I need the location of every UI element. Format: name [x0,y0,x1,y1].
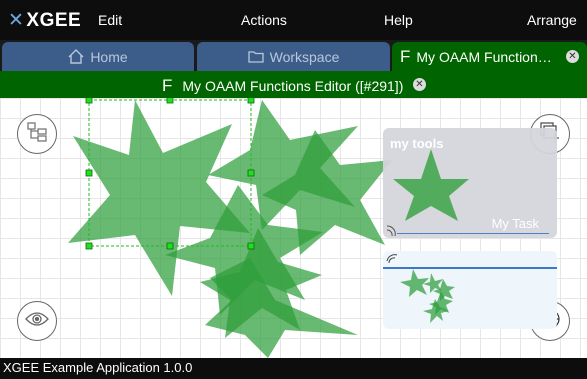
menu-actions[interactable]: Actions [241,12,287,28]
selection-handle [85,169,93,177]
status-text: XGEE Example Application 1.0.0 [3,360,193,375]
menu-help[interactable]: Help [384,12,413,28]
status-bar: XGEE Example Application 1.0.0 [0,358,587,379]
selection-handle [247,242,255,250]
diagram-canvas[interactable]: my tools My Task [0,98,587,358]
home-icon [68,49,84,64]
selection-handle [166,242,174,250]
resize-handle-icon [386,225,396,237]
folder-icon [247,50,264,63]
tools-palette: my tools My Task [383,128,557,238]
selection-handle [247,169,255,177]
selection-handle [247,98,255,104]
tab-workspace[interactable]: Workspace [197,42,390,71]
close-editor-icon[interactable]: ✕ [413,78,426,91]
app-logo: ✕ XGEE [8,10,82,31]
editor-title-bar: F My OAAM Functions Editor ([#291]) ✕ [0,71,587,98]
close-tab-icon[interactable]: ✕ [566,50,579,63]
palette-item-task[interactable]: My Task [492,216,539,231]
menu-edit[interactable]: Edit [98,12,122,28]
minimap-preview [386,254,455,323]
tab-bar: Home Workspace F My OAAM Function… ✕ [0,40,587,71]
tab-home[interactable]: Home [2,42,194,71]
outline-button[interactable] [17,114,57,154]
view-button[interactable] [17,301,57,341]
outline-icon [26,121,48,148]
selection-handle [85,98,93,104]
menu-arrange[interactable]: Arrange [527,12,577,28]
selection-handle [85,242,93,250]
tab-functions-editor[interactable]: F My OAAM Function… ✕ [392,42,587,71]
selection-handle [166,98,174,104]
menu-bar: ✕ XGEE Edit Actions Help Arrange [0,0,587,40]
eye-icon [25,311,49,332]
minimap[interactable] [383,251,557,329]
function-icon: F [162,76,173,95]
function-icon: F [400,46,411,66]
palette-divider [397,232,549,234]
editor-title: My OAAM Functions Editor ([#291]) [182,78,404,94]
resize-handle-icon [386,254,398,264]
